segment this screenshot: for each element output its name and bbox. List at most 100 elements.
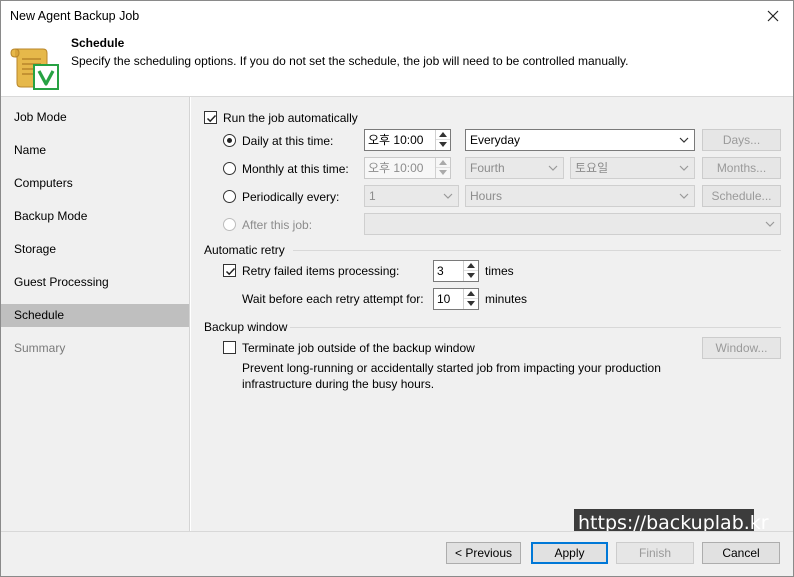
monthly-week-select[interactable]: Fourth: [465, 157, 564, 179]
wizard-sidebar: Job Mode Name Computers Backup Mode Stor…: [1, 97, 190, 531]
spin-down-button[interactable]: [464, 271, 478, 281]
retry-failed-label: Retry failed items processing:: [242, 264, 400, 278]
terminate-outside-window-label: Terminate job outside of the backup wind…: [242, 341, 475, 355]
wait-retry-input[interactable]: 10: [433, 288, 479, 310]
group-divider: [290, 327, 781, 328]
daily-time-spinner: [435, 130, 450, 150]
retry-failed-checkbox[interactable]: [223, 264, 236, 277]
chevron-down-icon: [548, 165, 558, 171]
wizard-footer: < Previous Apply Finish Cancel: [1, 531, 793, 576]
daily-time-value: 오후 10:00: [368, 133, 424, 147]
spin-up-button[interactable]: [436, 130, 450, 140]
cancel-button[interactable]: Cancel: [702, 542, 780, 564]
wizard-window: New Agent Backup Job Schedule Specify th…: [0, 0, 794, 577]
monthly-week-value: Fourth: [470, 161, 505, 175]
daily-period-select[interactable]: Everyday: [465, 129, 695, 151]
periodic-unit-select[interactable]: Hours: [465, 185, 695, 207]
caret-up-icon: [439, 160, 447, 165]
close-button[interactable]: [753, 1, 793, 31]
monthly-time-input[interactable]: 오후 10:00: [364, 157, 451, 179]
caret-up-icon: [467, 291, 475, 296]
schedule-button[interactable]: Schedule...: [702, 185, 781, 207]
periodically-label: Periodically every:: [242, 190, 340, 204]
sidebar-item-backup-mode[interactable]: Backup Mode: [1, 205, 189, 228]
footer-divider: [1, 531, 793, 532]
chevron-down-icon: [679, 193, 689, 199]
window-title: New Agent Backup Job: [10, 9, 140, 23]
days-button[interactable]: Days...: [702, 129, 781, 151]
spin-down-button[interactable]: [436, 168, 450, 178]
times-label: times: [485, 264, 514, 278]
sidebar-item-job-mode[interactable]: Job Mode: [1, 106, 189, 129]
periodic-value: 1: [369, 189, 376, 203]
retry-count-value: 3: [437, 264, 444, 278]
caret-down-icon: [467, 301, 475, 306]
automatic-retry-group-title: Automatic retry: [204, 243, 285, 257]
wait-retry-value: 10: [437, 292, 451, 306]
periodically-radio[interactable]: [223, 190, 236, 203]
daily-time-input[interactable]: 오후 10:00: [364, 129, 451, 151]
wizard-header: Schedule Specify the scheduling options.…: [1, 31, 793, 96]
spin-down-button[interactable]: [436, 140, 450, 150]
daily-period-value: Everyday: [470, 133, 521, 147]
sidebar-item-storage[interactable]: Storage: [1, 238, 189, 261]
periodic-value-select[interactable]: 1: [364, 185, 459, 207]
backup-window-group-title: Backup window: [204, 320, 288, 334]
finish-button[interactable]: Finish: [616, 542, 694, 564]
page-description: Specify the scheduling options. If you d…: [71, 54, 629, 68]
caret-up-icon: [439, 132, 447, 137]
monthly-time-spinner: [435, 158, 450, 178]
chevron-down-icon: [443, 193, 453, 199]
run-automatically-checkbox[interactable]: [204, 111, 217, 124]
backup-window-description-line-2: infrastructure during the busy hours.: [242, 377, 435, 391]
page-title: Schedule: [71, 36, 125, 50]
caret-down-icon: [439, 142, 447, 147]
previous-button[interactable]: < Previous: [446, 542, 521, 564]
scroll-checkmark-icon: [7, 43, 63, 91]
title-bar: New Agent Backup Job: [1, 1, 793, 31]
caret-down-icon: [439, 170, 447, 175]
spin-up-button[interactable]: [436, 158, 450, 168]
apply-button[interactable]: Apply: [531, 542, 608, 564]
chevron-down-icon: [765, 221, 775, 227]
chevron-down-icon: [679, 165, 689, 171]
run-automatically-label: Run the job automatically: [223, 111, 358, 125]
monthly-radio[interactable]: [223, 162, 236, 175]
wait-retry-label: Wait before each retry attempt for:: [242, 292, 424, 306]
months-button[interactable]: Months...: [702, 157, 781, 179]
spin-up-button[interactable]: [464, 261, 478, 271]
sidebar-item-summary: Summary: [14, 341, 66, 355]
chevron-down-icon: [679, 137, 689, 143]
window-button[interactable]: Window...: [702, 337, 781, 359]
sidebar-item-name[interactable]: Name: [1, 139, 189, 162]
monthly-day-value: 토요일: [575, 161, 609, 175]
sidebar-item-guest-processing[interactable]: Guest Processing: [1, 271, 189, 294]
retry-count-input[interactable]: 3: [433, 260, 479, 282]
daily-radio[interactable]: [223, 134, 236, 147]
spin-down-button[interactable]: [464, 299, 478, 309]
daily-label: Daily at this time:: [242, 134, 334, 148]
minutes-label: minutes: [485, 292, 528, 306]
backup-window-description-line-1: Prevent long-running or accidentally sta…: [242, 361, 661, 375]
wait-retry-spinner: [463, 289, 478, 309]
terminate-outside-window-checkbox[interactable]: [223, 341, 236, 354]
monthly-label: Monthly at this time:: [242, 162, 349, 176]
group-divider: [293, 250, 781, 251]
after-job-select[interactable]: [364, 213, 781, 235]
close-icon: [767, 10, 779, 22]
radio-selected-dot: [227, 138, 232, 143]
retry-count-spinner: [463, 261, 478, 281]
spin-up-button[interactable]: [464, 289, 478, 299]
caret-up-icon: [467, 263, 475, 268]
after-job-label: After this job:: [242, 218, 313, 232]
sidebar-item-computers[interactable]: Computers: [1, 172, 189, 195]
monthly-day-select[interactable]: 토요일: [570, 157, 695, 179]
sidebar-item-schedule[interactable]: Schedule: [1, 304, 189, 327]
checkmark-icon: [225, 267, 236, 276]
caret-down-icon: [467, 273, 475, 278]
monthly-time-value: 오후 10:00: [368, 161, 424, 175]
schedule-panel: Run the job automatically Daily at this …: [191, 97, 793, 531]
after-job-radio[interactable]: [223, 218, 236, 231]
periodic-unit-value: Hours: [470, 189, 503, 203]
checkmark-icon: [206, 114, 217, 123]
